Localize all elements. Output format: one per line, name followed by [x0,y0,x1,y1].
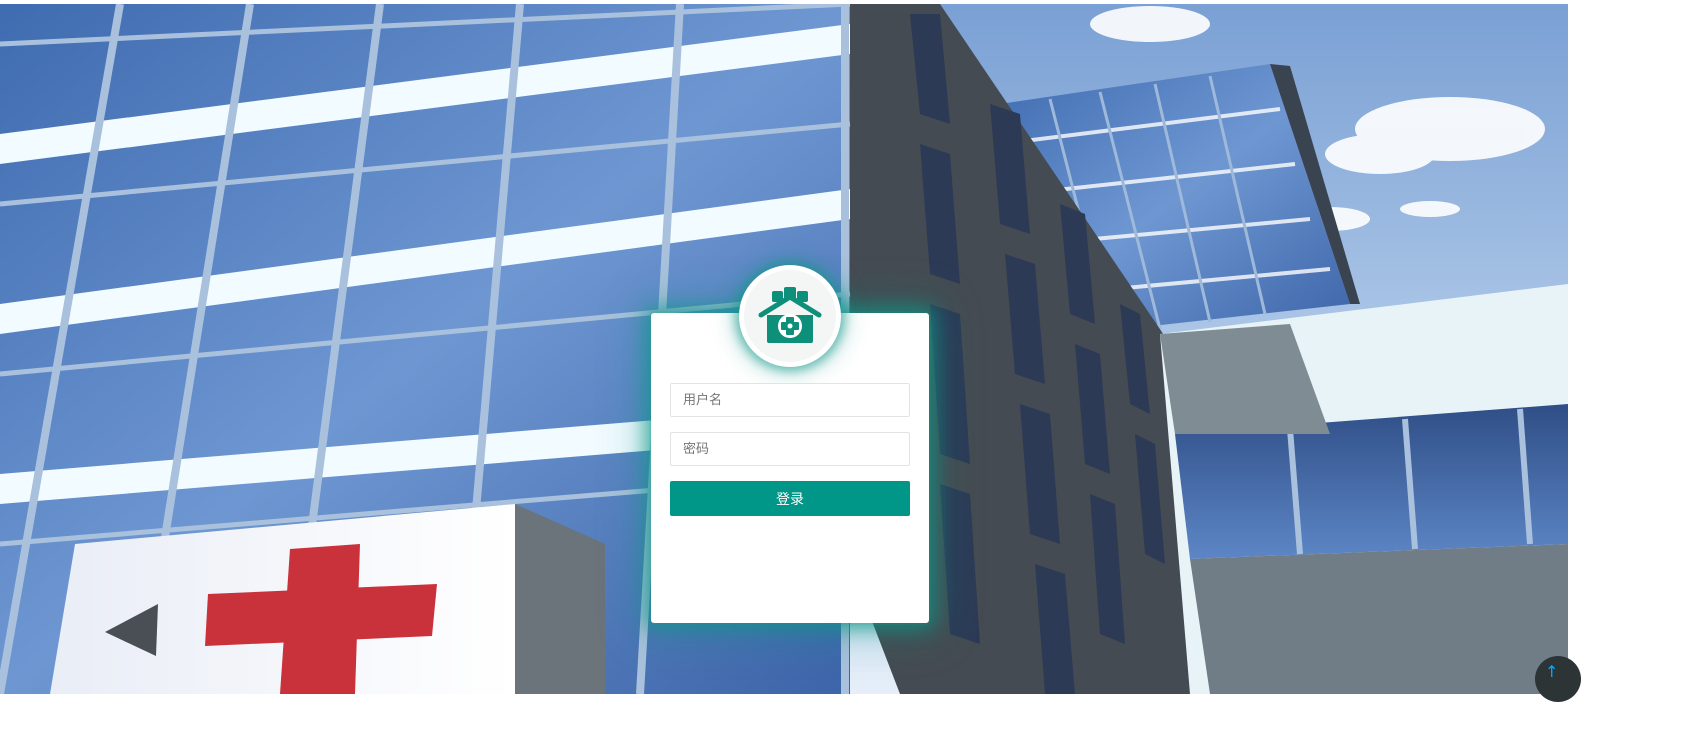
logo-inner [744,270,836,362]
password-input[interactable] [670,432,910,466]
back-to-top-button[interactable]: ↑ [1535,656,1581,702]
arrow-up-icon: ↑ [1545,662,1559,681]
hospital-logo-icon [758,287,822,343]
logo-badge [739,265,841,367]
login-page: 登录 [0,4,1568,694]
login-button[interactable]: 登录 [670,481,910,516]
username-input[interactable] [670,383,910,417]
